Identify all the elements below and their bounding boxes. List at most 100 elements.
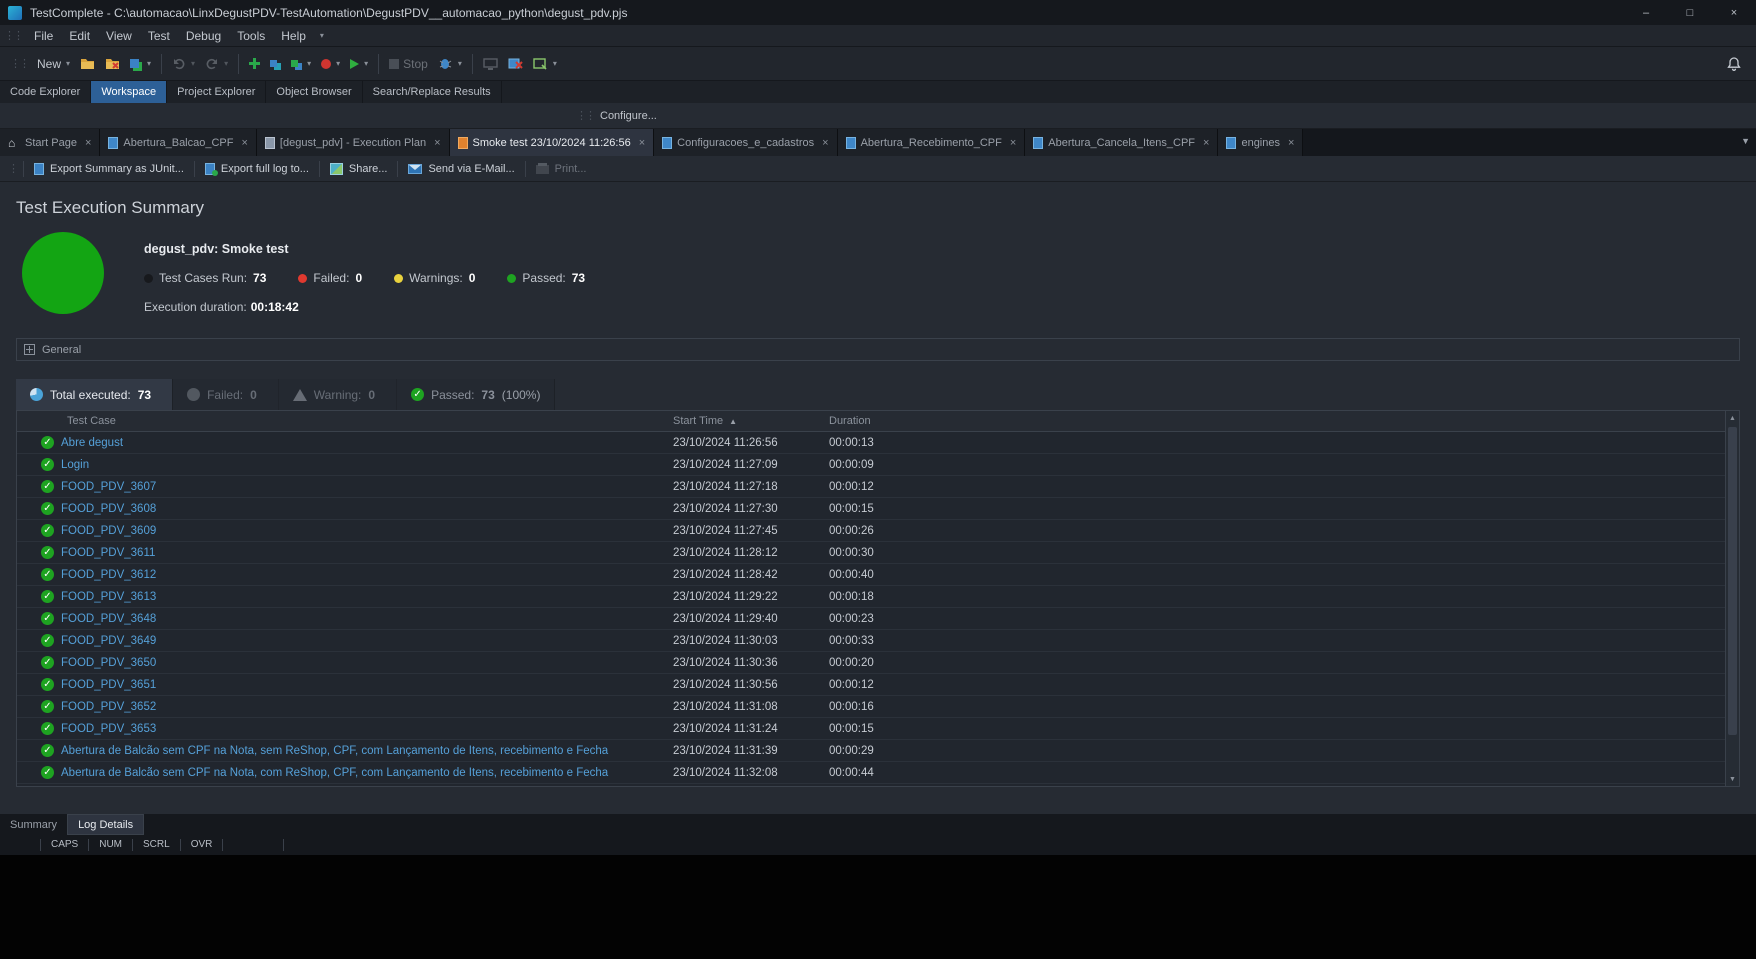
general-section-header[interactable]: General — [16, 338, 1740, 361]
test-case-link[interactable]: FOOD_PDV_3649 — [61, 635, 673, 647]
table-row[interactable]: FOOD_PDV_3613 23/10/2024 11:29:22 00:00:… — [17, 586, 1739, 608]
document-tab[interactable]: [degust_pdv] - Execution Plan × — [257, 129, 450, 156]
document-tab[interactable]: Start Page × — [0, 129, 100, 156]
menu-test[interactable]: Test — [140, 27, 178, 45]
new-window-button[interactable]: ▾ — [528, 54, 562, 74]
result-filter-tab[interactable]: Passed: 73 (100%) — [397, 379, 555, 410]
close-tab-icon[interactable]: × — [431, 137, 440, 149]
table-row[interactable]: FOOD_PDV_3608 23/10/2024 11:27:30 00:00:… — [17, 498, 1739, 520]
log-toolbar-button[interactable]: Share... — [322, 160, 396, 178]
minimize-button[interactable]: – — [1624, 0, 1668, 25]
table-row[interactable]: Abre degust 23/10/2024 11:26:56 00:00:13 — [17, 432, 1739, 454]
test-case-link[interactable]: Abre degust — [61, 437, 673, 449]
table-row[interactable]: Login 23/10/2024 11:27:09 00:00:09 — [17, 454, 1739, 476]
table-row[interactable]: FOOD_PDV_3612 23/10/2024 11:28:42 00:00:… — [17, 564, 1739, 586]
document-tab[interactable]: Abertura_Balcao_CPF × — [100, 129, 257, 156]
menu-view[interactable]: View — [98, 27, 140, 45]
close-tab-icon[interactable]: × — [636, 137, 645, 149]
menu-debug[interactable]: Debug — [178, 27, 229, 45]
configure-button[interactable]: Configure... — [600, 110, 657, 122]
open-button[interactable] — [75, 54, 100, 74]
stop-button[interactable]: Stop — [384, 53, 433, 75]
table-row[interactable]: FOOD_PDV_3611 23/10/2024 11:28:12 00:00:… — [17, 542, 1739, 564]
expand-icon[interactable] — [24, 344, 35, 355]
scroll-up-icon[interactable]: ▲ — [1726, 411, 1739, 425]
table-row[interactable]: FOOD_PDV_3648 23/10/2024 11:29:40 00:00:… — [17, 608, 1739, 630]
log-toolbar-button[interactable]: Export full log to... — [197, 160, 317, 178]
new-button[interactable]: New ▾ — [32, 53, 75, 75]
test-case-link[interactable]: FOOD_PDV_3653 — [61, 723, 673, 735]
redo-button[interactable]: ▾ — [200, 53, 233, 74]
debug-run-button[interactable]: ▾ — [433, 53, 467, 74]
run-button[interactable]: ▾ — [345, 55, 373, 73]
table-row[interactable]: Abertura de Balcão sem CPF na Nota, com … — [17, 762, 1739, 784]
log-toolbar-button[interactable]: Export Summary as JUnit... — [26, 160, 192, 178]
test-case-link[interactable]: Abertura de Balcão sem CPF na Nota, sem … — [61, 745, 673, 757]
table-row[interactable]: FOOD_PDV_3649 23/10/2024 11:30:03 00:00:… — [17, 630, 1739, 652]
table-scrollbar[interactable]: ▲ ▼ — [1725, 411, 1739, 786]
table-row[interactable]: FOOD_PDV_3652 23/10/2024 11:31:08 00:00:… — [17, 696, 1739, 718]
project-items-button[interactable] — [265, 56, 286, 71]
table-row[interactable]: FOOD_PDV_3653 23/10/2024 11:31:24 00:00:… — [17, 718, 1739, 740]
close-tab-icon[interactable]: × — [1007, 137, 1016, 149]
notifications-button[interactable] — [1726, 56, 1750, 72]
undo-button[interactable]: ▾ — [167, 53, 200, 74]
test-case-link[interactable]: FOOD_PDV_3652 — [61, 701, 673, 713]
panel-tab[interactable]: Search/Replace Results — [363, 81, 502, 103]
close-tab-icon[interactable]: × — [1285, 137, 1294, 149]
close-tab-icon[interactable]: × — [1200, 137, 1209, 149]
title-bar[interactable]: TestComplete - C:\automacao\LinxDegustPD… — [0, 0, 1756, 25]
test-case-link[interactable]: FOOD_PDV_3613 — [61, 591, 673, 603]
menu-help[interactable]: Help — [273, 27, 314, 45]
save-all-button[interactable]: ▾ — [125, 55, 156, 72]
result-filter-tab[interactable]: Failed: 0 — [173, 379, 279, 410]
test-case-link[interactable]: FOOD_PDV_3650 — [61, 657, 673, 669]
close-tab-icon[interactable]: × — [238, 137, 247, 149]
test-case-link[interactable]: Login — [61, 459, 673, 471]
panel-tab[interactable]: Workspace — [91, 81, 167, 103]
document-tab[interactable]: engines × — [1218, 129, 1303, 156]
test-case-link[interactable]: FOOD_PDV_3612 — [61, 569, 673, 581]
close-tab-icon[interactable]: × — [819, 137, 828, 149]
add-item-button[interactable] — [244, 54, 265, 73]
scroll-down-icon[interactable]: ▼ — [1726, 772, 1739, 786]
data-tools-button[interactable]: ▾ — [286, 55, 316, 72]
table-row[interactable]: Abertura de Balcão sem CPF na Nota, sem … — [17, 740, 1739, 762]
remote-desktop-button[interactable] — [478, 54, 503, 74]
log-toolbar-button[interactable]: Send via E-Mail... — [400, 160, 522, 178]
column-header-duration[interactable]: Duration — [829, 415, 1739, 427]
test-case-link[interactable]: FOOD_PDV_3609 — [61, 525, 673, 537]
test-case-link[interactable]: FOOD_PDV_3611 — [61, 547, 673, 559]
test-case-link[interactable]: FOOD_PDV_3607 — [61, 481, 673, 493]
menu-file[interactable]: File — [26, 27, 61, 45]
close-tab-icon[interactable]: × — [82, 137, 91, 149]
menu-tools[interactable]: Tools — [229, 27, 273, 45]
table-row[interactable]: FOOD_PDV_3607 23/10/2024 11:27:18 00:00:… — [17, 476, 1739, 498]
table-row[interactable]: FOOD_PDV_3609 23/10/2024 11:27:45 00:00:… — [17, 520, 1739, 542]
menu-overflow-icon[interactable]: ▾ — [314, 31, 330, 40]
result-filter-tab[interactable]: Total executed: 73 — [16, 379, 173, 410]
menu-edit[interactable]: Edit — [61, 27, 98, 45]
table-row[interactable]: FOOD_PDV_3651 23/10/2024 11:30:56 00:00:… — [17, 674, 1739, 696]
close-button[interactable]: × — [1712, 0, 1756, 25]
bottom-tab-log-details[interactable]: Log Details — [67, 814, 144, 835]
document-tab[interactable]: Abertura_Recebimento_CPF × — [838, 129, 1026, 156]
log-toolbar-button[interactable]: Print... — [528, 160, 595, 178]
column-header-start-time[interactable]: Start Time▲ — [673, 415, 829, 427]
record-button[interactable]: ▾ — [316, 55, 345, 73]
document-tab[interactable]: Abertura_Cancela_Itens_CPF × — [1025, 129, 1218, 156]
document-tab[interactable]: Configuracoes_e_cadastros × — [654, 129, 837, 156]
table-row[interactable]: FOOD_PDV_3650 23/10/2024 11:30:36 00:00:… — [17, 652, 1739, 674]
maximize-button[interactable]: □ — [1668, 0, 1712, 25]
column-header-test-case[interactable]: Test Case — [61, 415, 673, 427]
test-case-link[interactable]: FOOD_PDV_3648 — [61, 613, 673, 625]
panel-tab[interactable]: Object Browser — [266, 81, 362, 103]
close-project-button[interactable] — [100, 54, 125, 74]
scrollbar-thumb[interactable] — [1728, 427, 1737, 735]
close-windows-button[interactable] — [503, 54, 528, 74]
panel-tab[interactable]: Code Explorer — [0, 81, 91, 103]
document-tab[interactable]: Smoke test 23/10/2024 11:26:56 × — [450, 129, 655, 156]
tab-list-dropdown-icon[interactable]: ▼ — [1741, 136, 1750, 146]
test-case-link[interactable]: FOOD_PDV_3651 — [61, 679, 673, 691]
result-filter-tab[interactable]: Warning: 0 — [279, 379, 397, 410]
